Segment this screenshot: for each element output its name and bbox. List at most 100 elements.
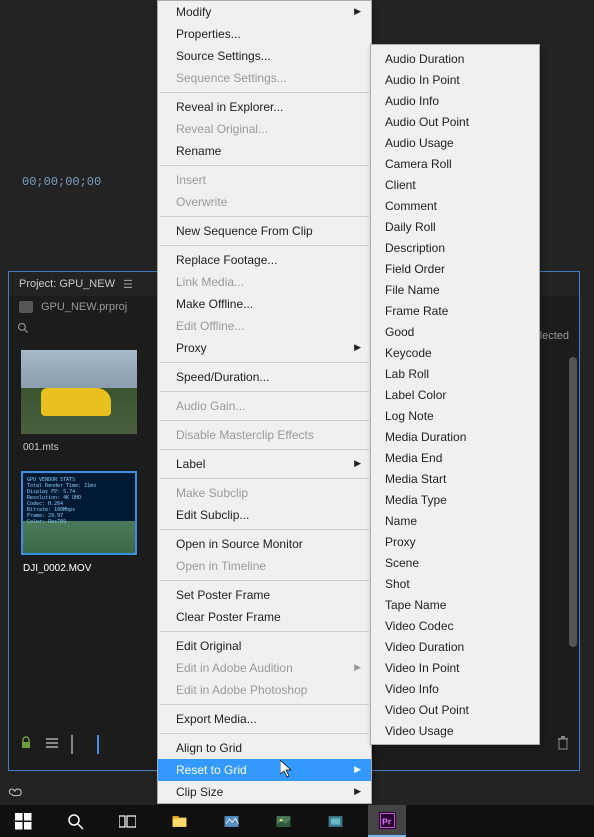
- menu-separator: [160, 529, 369, 530]
- clip-thumb[interactable]: 001.mts: [21, 350, 137, 455]
- icon-view-icon[interactable]: [71, 736, 85, 750]
- file-explorer-icon[interactable]: [160, 805, 198, 837]
- premiere-pro-icon[interactable]: Pr: [368, 805, 406, 837]
- search-button[interactable]: [56, 805, 94, 837]
- submenu-arrow-icon: ▶: [354, 662, 361, 673]
- start-button[interactable]: [4, 805, 42, 837]
- svg-text:Pr: Pr: [382, 816, 392, 826]
- submenu-item[interactable]: Media Start: [371, 468, 539, 489]
- scrollbar[interactable]: [569, 357, 577, 647]
- menu-item[interactable]: Make Offline...: [158, 293, 371, 315]
- menu-separator: [160, 362, 369, 363]
- menu-item: Make Subclip: [158, 482, 371, 504]
- submenu-item[interactable]: Comment: [371, 195, 539, 216]
- submenu-item[interactable]: Log Note: [371, 405, 539, 426]
- menu-item[interactable]: Rename: [158, 140, 371, 162]
- app-icon[interactable]: [212, 805, 250, 837]
- submenu-item[interactable]: Name: [371, 510, 539, 531]
- submenu-arrow-icon: ▶: [354, 458, 361, 469]
- submenu-item[interactable]: Description: [371, 237, 539, 258]
- menu-separator: [160, 704, 369, 705]
- submenu-arrow-icon: ▶: [354, 342, 361, 353]
- menu-item: Edit Offline...: [158, 315, 371, 337]
- menu-item[interactable]: Modify▶: [158, 1, 371, 23]
- menu-item[interactable]: Replace Footage...: [158, 249, 371, 271]
- lock-icon[interactable]: [19, 736, 33, 750]
- menu-item: Sequence Settings...: [158, 67, 371, 89]
- app-icon[interactable]: [316, 805, 354, 837]
- submenu-item[interactable]: Good: [371, 321, 539, 342]
- submenu-item[interactable]: Tape Name: [371, 594, 539, 615]
- context-submenu: Audio DurationAudio In PointAudio InfoAu…: [370, 44, 540, 745]
- menu-item[interactable]: Proxy▶: [158, 337, 371, 359]
- menu-separator: [160, 391, 369, 392]
- submenu-item[interactable]: Video Info: [371, 678, 539, 699]
- menu-item[interactable]: New Sequence From Clip: [158, 220, 371, 242]
- submenu-item[interactable]: Video Duration: [371, 636, 539, 657]
- submenu-item[interactable]: Audio In Point: [371, 69, 539, 90]
- menu-item: Insert: [158, 169, 371, 191]
- menu-separator: [160, 216, 369, 217]
- menu-item[interactable]: Align to Grid: [158, 737, 371, 759]
- submenu-item[interactable]: Proxy: [371, 531, 539, 552]
- submenu-item[interactable]: Daily Roll: [371, 216, 539, 237]
- submenu-item[interactable]: Media Type: [371, 489, 539, 510]
- timecode-display: 00;00;00;00: [22, 175, 101, 189]
- submenu-item[interactable]: Field Order: [371, 258, 539, 279]
- submenu-item[interactable]: Audio Usage: [371, 132, 539, 153]
- clip-label: 001.mts: [21, 440, 137, 455]
- submenu-item[interactable]: Camera Roll: [371, 153, 539, 174]
- submenu-item[interactable]: File Name: [371, 279, 539, 300]
- submenu-item[interactable]: Shot: [371, 573, 539, 594]
- submenu-item[interactable]: Video Out Point: [371, 699, 539, 720]
- task-view-button[interactable]: [108, 805, 146, 837]
- menu-item[interactable]: Export Media...: [158, 708, 371, 730]
- trash-icon[interactable]: [557, 736, 569, 750]
- clip-thumbnail-image: [21, 350, 137, 434]
- submenu-item[interactable]: Frame Rate: [371, 300, 539, 321]
- menu-separator: [160, 733, 369, 734]
- menu-separator: [160, 631, 369, 632]
- menu-item[interactable]: Edit Original: [158, 635, 371, 657]
- submenu-item[interactable]: Keycode: [371, 342, 539, 363]
- windows-taskbar: Pr: [0, 805, 594, 837]
- menu-item[interactable]: Edit Subclip...: [158, 504, 371, 526]
- app-icon[interactable]: [264, 805, 302, 837]
- project-file-name: GPU_NEW.prproj: [41, 301, 127, 313]
- submenu-item[interactable]: Video Usage: [371, 720, 539, 741]
- freeform-view-icon[interactable]: [97, 736, 111, 750]
- menu-item[interactable]: Set Poster Frame: [158, 584, 371, 606]
- submenu-item[interactable]: Media Duration: [371, 426, 539, 447]
- menu-item[interactable]: Reset to Grid▶: [158, 759, 371, 781]
- submenu-item[interactable]: Audio Out Point: [371, 111, 539, 132]
- menu-item[interactable]: Properties...: [158, 23, 371, 45]
- clip-thumb[interactable]: GPU VENDOR STATSTotal Render Time: 11msD…: [21, 471, 137, 576]
- menu-item: Reveal Original...: [158, 118, 371, 140]
- context-menu: Modify▶Properties...Source Settings...Se…: [157, 0, 372, 804]
- clip-label: DJI_0002.MOV: [21, 561, 137, 576]
- clip-thumbnail-image: GPU VENDOR STATSTotal Render Time: 11msD…: [21, 471, 137, 555]
- creative-cloud-icon[interactable]: [8, 785, 24, 801]
- submenu-item[interactable]: Video Codec: [371, 615, 539, 636]
- submenu-item[interactable]: Scene: [371, 552, 539, 573]
- menu-item[interactable]: Open in Source Monitor: [158, 533, 371, 555]
- menu-item[interactable]: Label▶: [158, 453, 371, 475]
- submenu-item[interactable]: Client: [371, 174, 539, 195]
- list-view-icon[interactable]: [45, 736, 59, 750]
- menu-item: Link Media...: [158, 271, 371, 293]
- menu-item[interactable]: Clear Poster Frame: [158, 606, 371, 628]
- project-title: Project: GPU_NEW: [19, 278, 115, 290]
- menu-item[interactable]: Reveal in Explorer...: [158, 96, 371, 118]
- menu-item[interactable]: Clip Size▶: [158, 781, 371, 803]
- submenu-item[interactable]: Media End: [371, 447, 539, 468]
- submenu-item[interactable]: Label Color: [371, 384, 539, 405]
- menu-item[interactable]: Source Settings...: [158, 45, 371, 67]
- submenu-item[interactable]: Audio Info: [371, 90, 539, 111]
- panel-menu-icon[interactable]: ☰: [123, 278, 133, 291]
- search-icon: [17, 322, 29, 334]
- menu-item[interactable]: Speed/Duration...: [158, 366, 371, 388]
- menu-item: Audio Gain...: [158, 395, 371, 417]
- submenu-item[interactable]: Audio Duration: [371, 48, 539, 69]
- submenu-item[interactable]: Video In Point: [371, 657, 539, 678]
- submenu-item[interactable]: Lab Roll: [371, 363, 539, 384]
